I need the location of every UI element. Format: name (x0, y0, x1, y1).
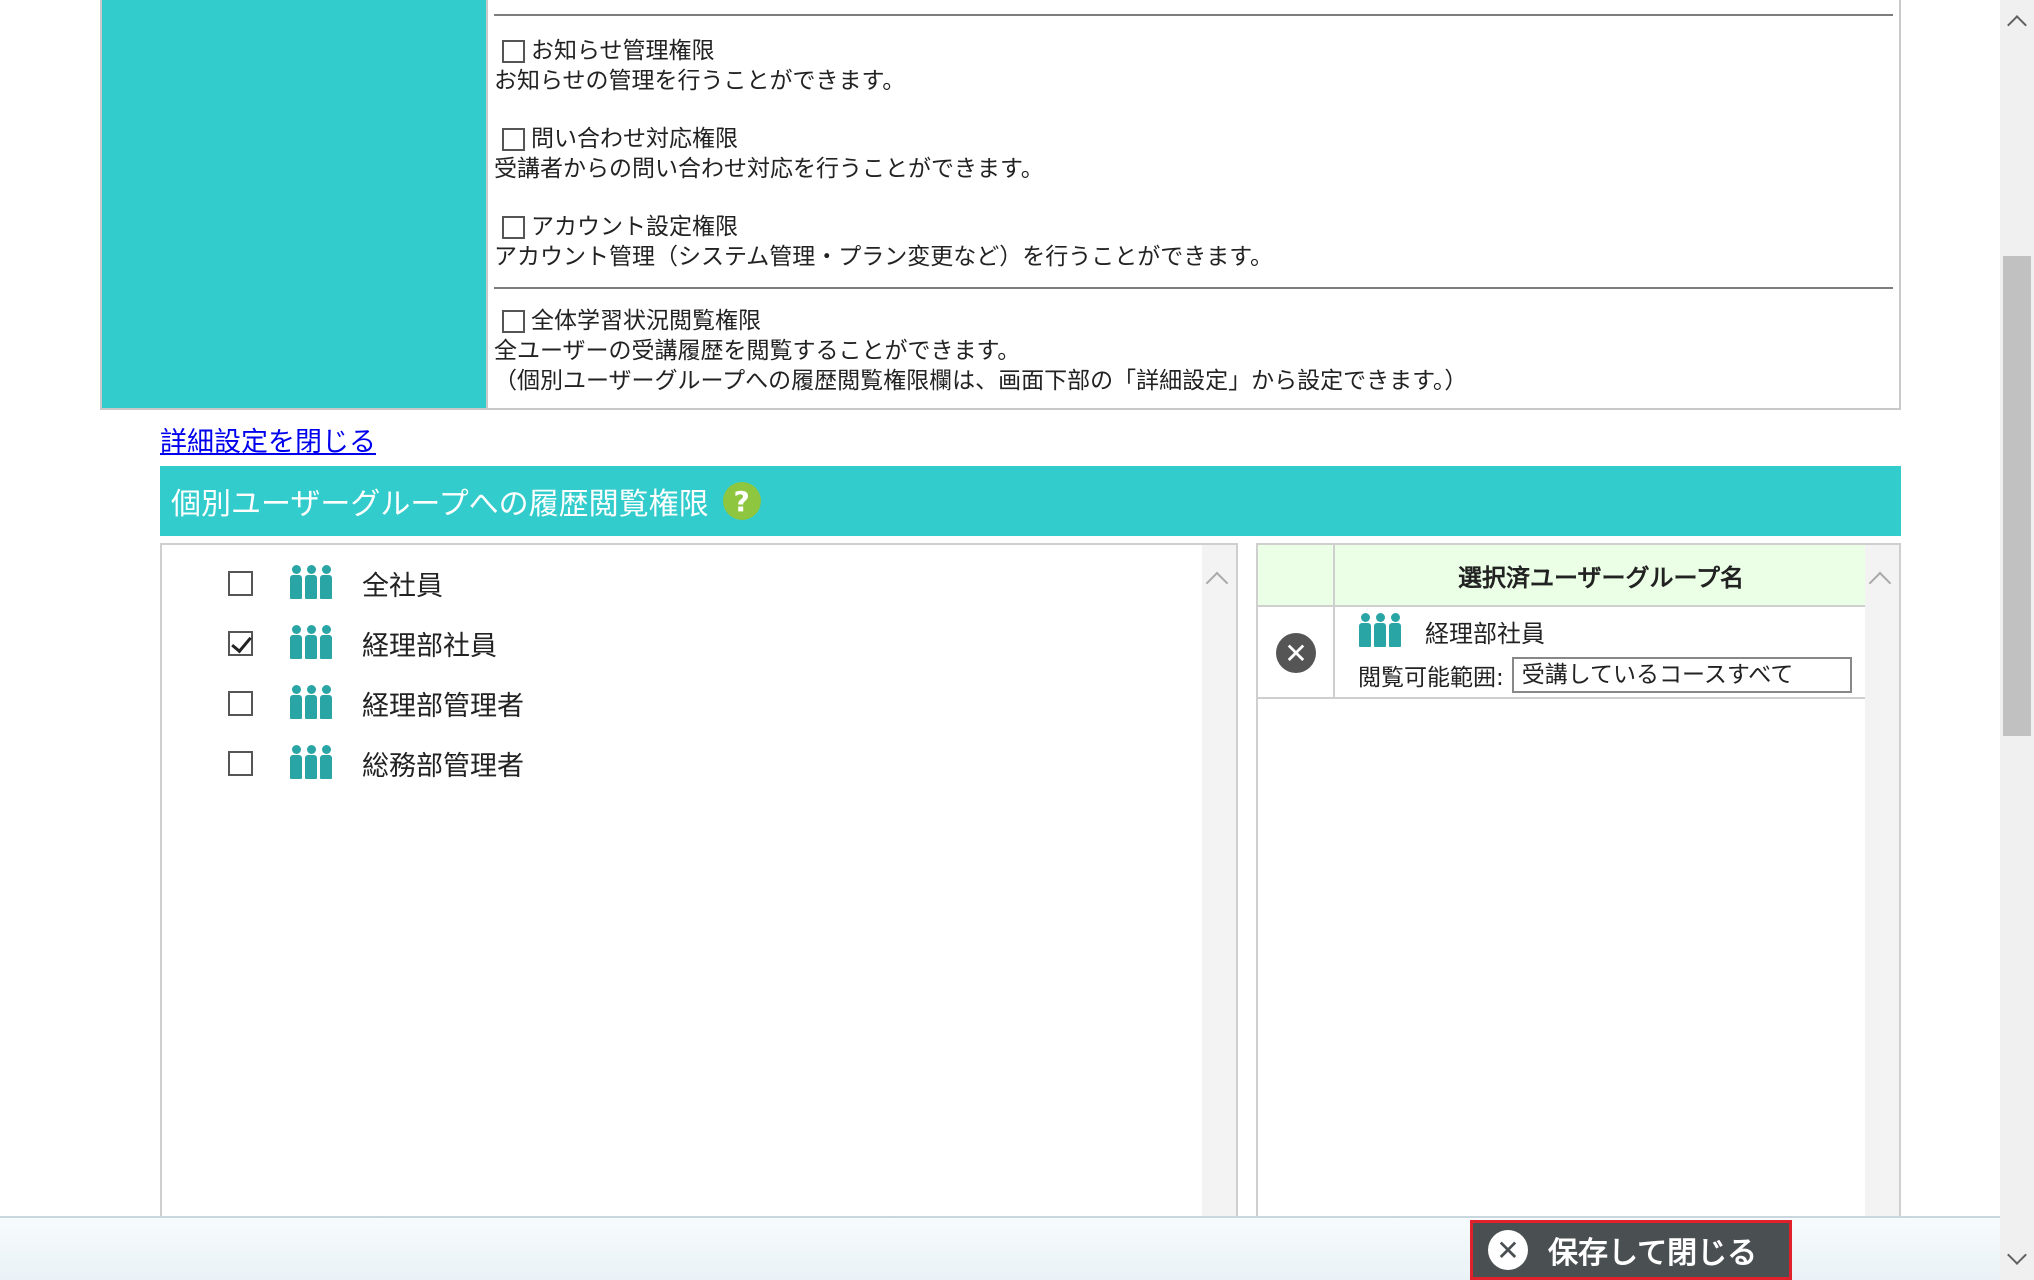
group-row[interactable]: 総務部管理者 (228, 741, 524, 785)
selected-groups-header-label: 選択済ユーザーグループ名 (1457, 563, 1745, 592)
save-and-close-label: 保存して閉じる (1548, 1236, 1758, 1271)
permissions-list: お知らせ管理権限 お知らせの管理を行うことができます。 問い合わせ対応権限 受講… (488, 0, 1899, 408)
group-checkbox[interactable] (228, 630, 253, 656)
permission-checkbox[interactable] (502, 215, 525, 239)
remove-icon[interactable]: ✕ (1276, 633, 1316, 673)
permissions-table: お知らせ管理権限 お知らせの管理を行うことができます。 問い合わせ対応権限 受講… (100, 0, 1901, 410)
group-row[interactable]: 経理部管理者 (228, 681, 524, 725)
permission-label: 全体学習状況閲覧権限 (531, 308, 761, 334)
view-range-label: 閲覧可能範囲: (1358, 665, 1504, 691)
close-icon: ✕ (1488, 1230, 1528, 1270)
permission-account: アカウント設定権限 アカウント管理（システム管理・プラン変更など）を行うことがで… (494, 212, 1891, 272)
group-checkbox[interactable] (228, 690, 253, 716)
section-header: 個別ユーザーグループへの履歴閲覧権限 ? (160, 466, 1901, 536)
group-name: 経理部管理者 (362, 690, 524, 722)
permission-checkbox[interactable] (502, 127, 525, 151)
user-group-icon (289, 745, 334, 781)
scroll-up-icon[interactable] (2007, 15, 2027, 35)
selected-group-name: 経理部社員 (1358, 613, 1545, 649)
group-name: 総務部管理者 (362, 750, 524, 782)
save-and-close-button[interactable]: ✕ 保存して閉じる (1470, 1220, 1792, 1280)
permissions-label-cell (102, 0, 488, 408)
group-row[interactable]: 経理部社員 (228, 621, 497, 665)
group-list-scrollbar[interactable] (1202, 545, 1236, 1221)
view-range: 閲覧可能範囲: 受講しているコースすべて (1358, 657, 1852, 693)
page-scrollbar-thumb[interactable] (2003, 256, 2031, 736)
section-title: 個別ユーザーグループへの履歴閲覧権限 (171, 487, 709, 522)
user-group-icon (289, 565, 334, 601)
user-group-icon (289, 685, 334, 721)
permission-learning-status: 全体学習状況閲覧権限 全ユーザーの受講履歴を閲覧することができます。 （個別ユー… (494, 306, 1891, 396)
permission-description: 受講者からの問い合わせ対応を行うことができます。 (494, 156, 1044, 182)
group-name: 経理部社員 (362, 630, 497, 662)
selected-group-label: 経理部社員 (1425, 619, 1545, 648)
scroll-up-icon[interactable] (1868, 571, 1892, 595)
group-name: 全社員 (362, 570, 443, 602)
group-row[interactable]: 全社員 (228, 561, 443, 605)
selected-group-row: ✕ 経理部社員 閲覧可能範囲: 受講しているコースすべて (1258, 607, 1867, 699)
permission-description: お知らせの管理を行うことができます。 (494, 68, 906, 94)
permission-description-note: （個別ユーザーグループへの履歴閲覧権限欄は、画面下部の「詳細設定」から設定できま… (494, 368, 1468, 394)
selected-groups-scrollbar[interactable] (1865, 545, 1899, 1221)
page-scrollbar[interactable] (2000, 0, 2034, 1280)
divider (494, 14, 1893, 16)
permission-label: お知らせ管理権限 (531, 38, 715, 64)
view-range-select[interactable]: 受講しているコースすべて (1511, 657, 1852, 693)
user-group-icon (289, 625, 334, 661)
permission-checkbox[interactable] (502, 39, 525, 63)
permission-notice: お知らせ管理権限 お知らせの管理を行うことができます。 (494, 36, 1891, 96)
permission-label: アカウント設定権限 (531, 214, 738, 240)
permission-description: アカウント管理（システム管理・プラン変更など）を行うことができます。 (494, 244, 1274, 270)
help-icon[interactable]: ? (722, 482, 761, 520)
selected-groups-header: 選択済ユーザーグループ名 (1258, 545, 1867, 607)
scroll-up-icon[interactable] (1205, 571, 1229, 595)
scroll-down-icon[interactable] (2007, 1245, 2027, 1265)
permission-label: 問い合わせ対応権限 (531, 126, 738, 152)
divider (494, 287, 1893, 289)
user-group-icon (1358, 613, 1403, 649)
permission-checkbox[interactable] (502, 309, 525, 333)
selected-groups-panel: 選択済ユーザーグループ名 ✕ 経理部社員 閲覧可能範囲: 受講しているコースすべ… (1256, 543, 1901, 1223)
permission-description: 全ユーザーの受講履歴を閲覧することができます。 (494, 338, 1021, 364)
group-checkbox[interactable] (228, 750, 253, 776)
permission-inquiry: 問い合わせ対応権限 受講者からの問い合わせ対応を行うことができます。 (494, 124, 1891, 184)
group-list-panel: 全社員 経理部社員 経理部管理者 総務部管理者 (160, 543, 1238, 1223)
close-detail-settings-link[interactable]: 詳細設定を閉じる (160, 420, 376, 459)
group-checkbox[interactable] (228, 570, 253, 596)
